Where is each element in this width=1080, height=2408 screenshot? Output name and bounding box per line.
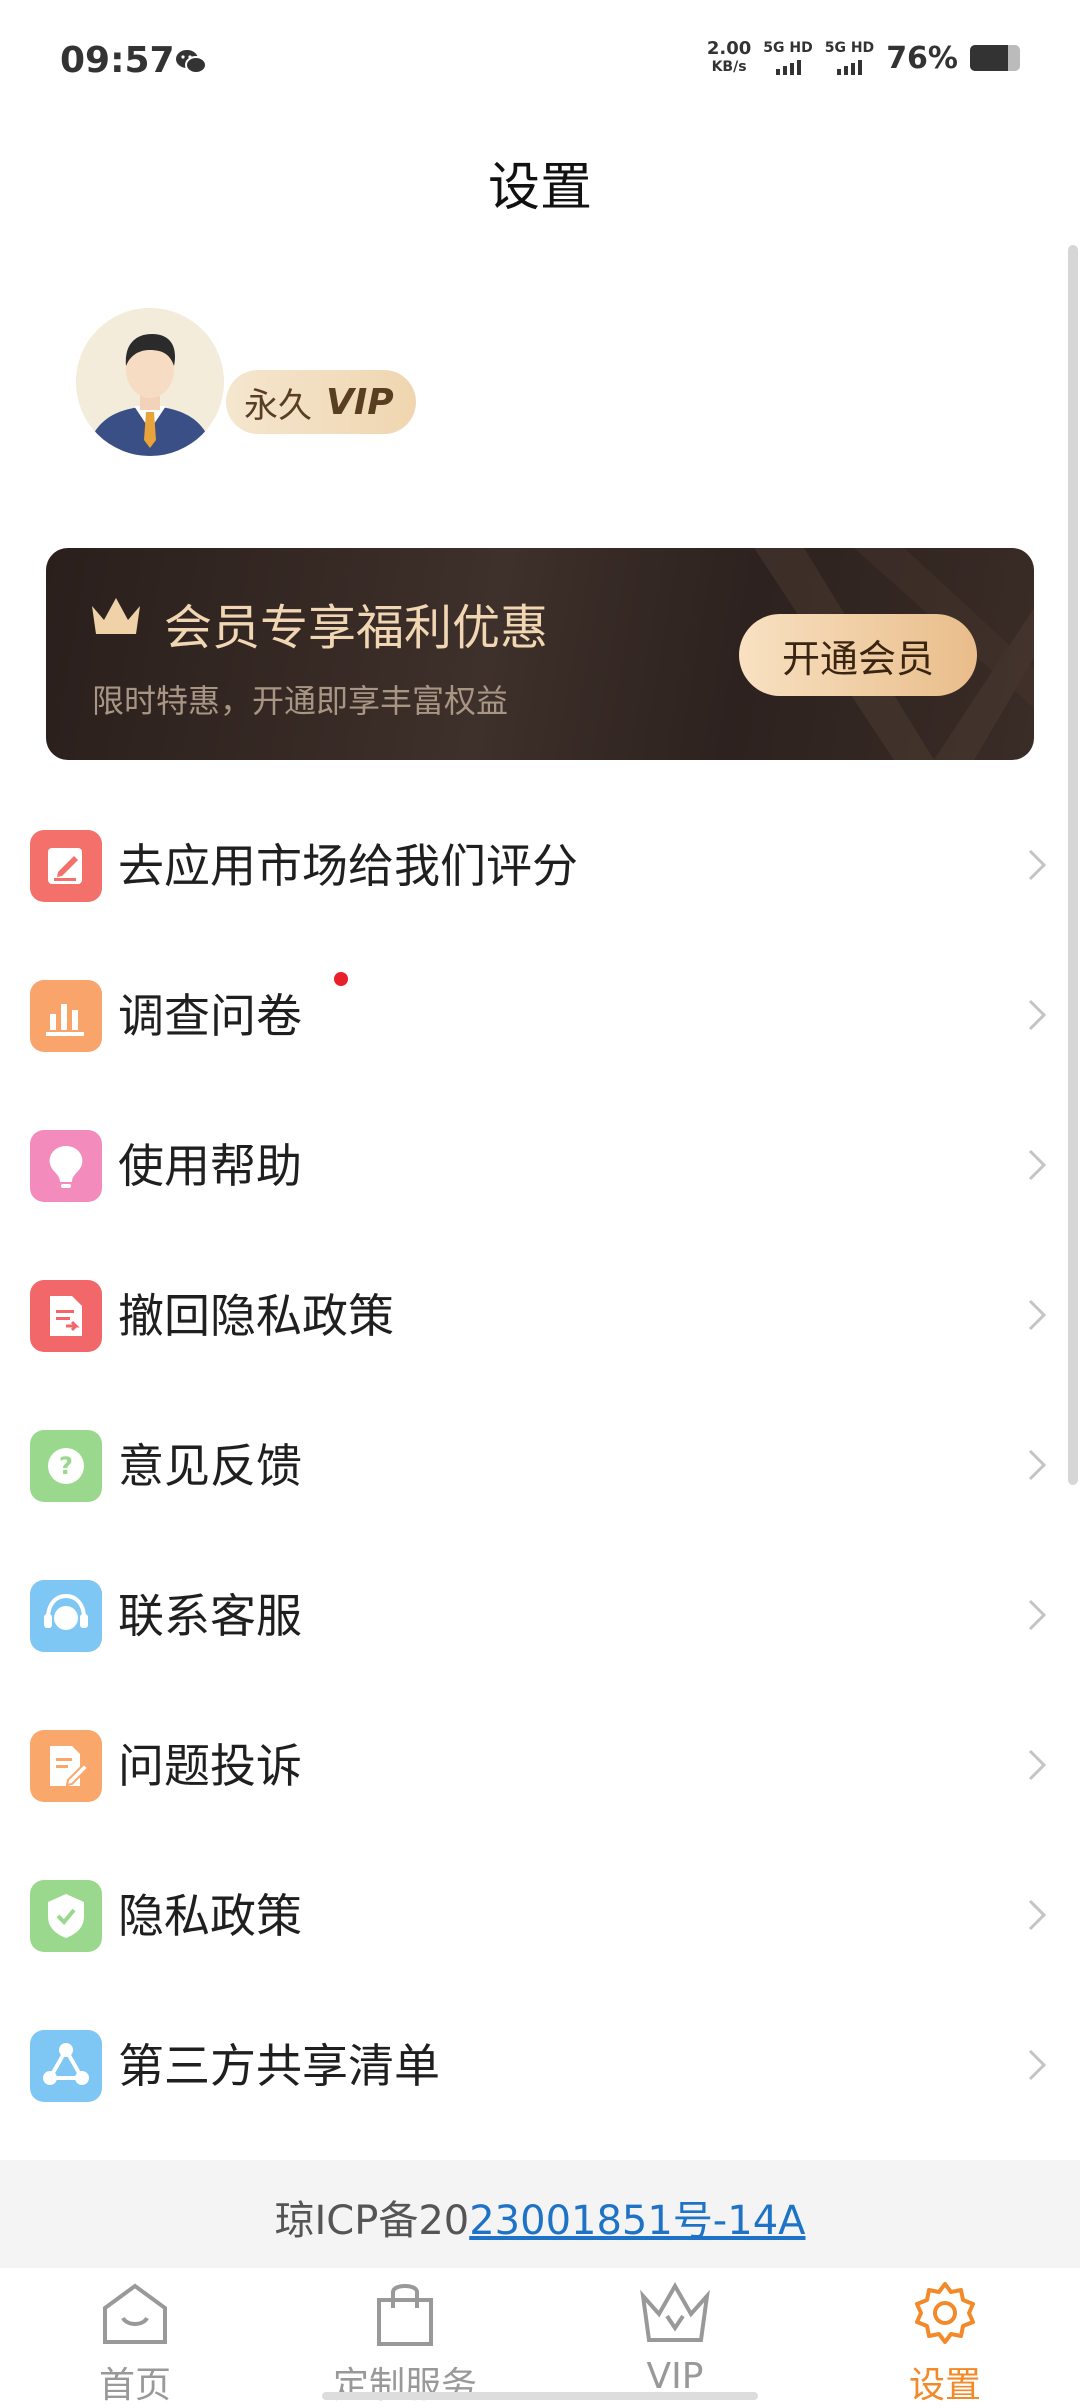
crown-icon: [640, 2281, 710, 2342]
bottom-nav: 首页 定制服务 VIP 设置: [0, 2268, 1080, 2408]
shopping-bag-icon: [377, 2284, 433, 2346]
menu-item-label: 撤回隐私政策: [118, 1289, 394, 1343]
menu-item-complaint[interactable]: 问题投诉: [0, 1690, 1080, 1840]
tab-label: 首页: [98, 2365, 171, 2406]
menu-item-survey[interactable]: 调查问卷: [0, 940, 1080, 1090]
battery-fill: [970, 45, 1008, 71]
wechat-icon: [176, 50, 207, 74]
chevron-right-icon: [1028, 1149, 1047, 1181]
page-title: 设置: [487, 158, 592, 218]
icp-text: 琼ICP备2023001851号-14A: [0, 2188, 1080, 2246]
menu-item-third-party-list[interactable]: 第三方共享清单: [0, 1990, 1080, 2140]
chevron-right-icon: [1028, 999, 1047, 1031]
sim2-label: 5G HD: [824, 40, 875, 56]
menu-item-customer-service[interactable]: 联系客服: [0, 1540, 1080, 1690]
gear-icon: [915, 2282, 975, 2344]
network-speed-unit: KB/s: [711, 59, 747, 75]
tab-label: 定制服务: [332, 2365, 477, 2406]
shield-check-icon: [30, 1880, 102, 1952]
bulb-icon: [30, 1130, 102, 1202]
banner-subtitle: 限时特惠，开通即享丰富权益: [92, 682, 509, 720]
share-icon: [30, 2030, 102, 2102]
tab-home[interactable]: 首页: [0, 2268, 270, 2408]
avatar[interactable]: [76, 308, 224, 456]
status-bar: 09:57 2.00 KB/s 5G HD 5G HD 76%: [0, 0, 1080, 120]
menu-item-label: 隐私政策: [118, 1889, 302, 1943]
chevron-right-icon: [1028, 1299, 1047, 1331]
menu-item-label: 问题投诉: [118, 1739, 302, 1793]
icp-footer: 琼ICP备2023001851号-14A: [0, 2160, 1080, 2268]
status-time: 09:57: [60, 40, 175, 81]
member-banner[interactable]: 会员专享福利优惠 限时特惠，开通即享丰富权益 开通会员: [46, 548, 1034, 760]
svg-text:?: ?: [59, 1452, 73, 1480]
crown-icon: [92, 598, 140, 634]
chevron-right-icon: [1028, 1449, 1047, 1481]
menu-item-label: 使用帮助: [118, 1139, 302, 1193]
vip-badge-label: VIP: [326, 381, 394, 423]
sim1-signal: 5G HD: [763, 40, 813, 75]
tab-label: 设置: [908, 2365, 981, 2406]
signal-bars-icon: [763, 59, 812, 75]
chevron-right-icon: [1028, 2049, 1047, 2081]
notification-dot: [334, 972, 348, 986]
signal-bars-icon: [825, 59, 874, 75]
vip-badge: 永久 VIP: [226, 370, 416, 434]
home-indicator[interactable]: [322, 2392, 758, 2400]
tab-settings[interactable]: 设置: [810, 2268, 1080, 2408]
headset-icon: [30, 1580, 102, 1652]
chevron-right-icon: [1028, 849, 1047, 881]
battery-percent: 76%: [886, 40, 958, 76]
banner-title: 会员专享福利优惠: [164, 600, 549, 656]
bar-chart-icon: [30, 980, 102, 1052]
complaint-icon: [30, 1730, 102, 1802]
menu-item-withdraw-privacy[interactable]: 撤回隐私政策: [0, 1240, 1080, 1390]
home-icon: [103, 2283, 167, 2344]
question-icon: ?: [30, 1430, 102, 1502]
edit-icon: [30, 830, 102, 902]
open-membership-button[interactable]: 开通会员: [739, 614, 977, 696]
tab-vip[interactable]: VIP: [540, 2268, 810, 2408]
menu-item-feedback[interactable]: ? 意见反馈: [0, 1390, 1080, 1540]
sim1-label: 5G HD: [763, 40, 813, 56]
chevron-right-icon: [1028, 1749, 1047, 1781]
tab-custom-service[interactable]: 定制服务: [270, 2268, 540, 2408]
icp-prefix: 琼ICP备20: [274, 2198, 470, 2244]
menu-item-label: 第三方共享清单: [118, 2039, 440, 2093]
network-speed: 2.00 KB/s: [707, 40, 751, 76]
user-avatar-icon: [76, 308, 224, 456]
icp-link[interactable]: 23001851号-14A: [469, 2198, 805, 2244]
menu-item-privacy-policy[interactable]: 隐私政策: [0, 1840, 1080, 1990]
vip-badge-prefix: 永久: [244, 385, 312, 426]
chevron-right-icon: [1028, 1599, 1047, 1631]
sim2-signal: 5G HD: [825, 41, 874, 75]
chevron-right-icon: [1028, 1899, 1047, 1931]
menu-item-label: 联系客服: [118, 1589, 302, 1643]
menu-item-label: 调查问卷: [118, 989, 302, 1043]
menu-item-label: 意见反馈: [118, 1439, 302, 1493]
tab-label: VIP: [646, 2356, 704, 2397]
battery-icon: [970, 45, 1020, 71]
menu-item-help[interactable]: 使用帮助: [0, 1090, 1080, 1240]
menu-item-rate-app[interactable]: 去应用市场给我们评分: [0, 790, 1080, 940]
network-speed-value: 2.00: [706, 38, 752, 59]
menu-item-label: 去应用市场给我们评分: [118, 839, 578, 893]
document-return-icon: [30, 1280, 102, 1352]
